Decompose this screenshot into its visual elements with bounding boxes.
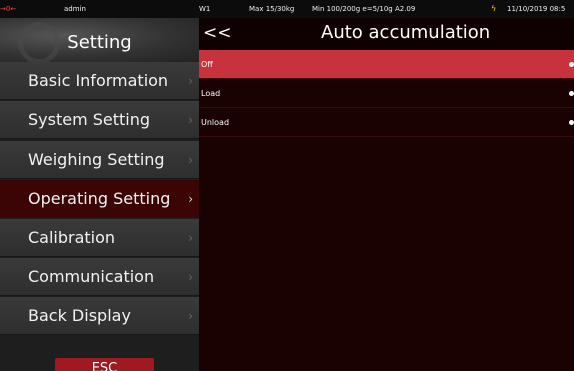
sidebar-item-label: Basic Information	[28, 71, 169, 90]
back-button[interactable]: <<	[203, 18, 243, 50]
sidebar-item-label: Operating Setting	[28, 189, 171, 208]
scale-id: W1	[199, 5, 211, 13]
status-bar: →0← admin W1 Max 15/30kg Min 100/200g e=…	[0, 0, 574, 18]
chevron-right-icon: ›	[188, 113, 193, 127]
sidebar-item-operating-setting[interactable]: Operating Setting ›	[0, 180, 199, 218]
main-header: << Auto accumulation	[199, 18, 574, 50]
sidebar-item-communication[interactable]: Communication ›	[0, 258, 199, 296]
main-panel: << Auto accumulation Off Load Unload	[199, 18, 574, 371]
radio-dot-icon	[569, 91, 574, 96]
sidebar-title: Setting	[67, 32, 132, 53]
sidebar-header: Setting	[0, 18, 199, 64]
max-capacity: Max 15/30kg	[249, 5, 295, 13]
sidebar-item-label: Back Display	[28, 306, 131, 325]
sidebar-item-label: Calibration	[28, 228, 116, 247]
option-load[interactable]: Load	[199, 79, 574, 108]
chevron-right-icon: ›	[188, 270, 193, 284]
min-capacity: Min 100/200g e=5/10g A2.09	[312, 5, 416, 13]
option-off[interactable]: Off	[199, 50, 574, 79]
zero-indicator-icon: →0←	[0, 5, 17, 13]
radio-dot-icon	[569, 120, 574, 125]
option-label: Off	[201, 60, 213, 69]
chevron-right-icon: ›	[188, 153, 193, 167]
power-icon: ϟ	[491, 4, 497, 13]
radio-dot-icon	[569, 62, 574, 67]
chevron-right-icon: ›	[188, 192, 193, 206]
sidebar-item-label: Communication	[28, 267, 155, 286]
sidebar-item-back-display[interactable]: Back Display ›	[0, 297, 199, 335]
page-title: Auto accumulation	[321, 22, 491, 43]
option-label: Unload	[201, 118, 230, 127]
sidebar-item-calibration[interactable]: Calibration ›	[0, 219, 199, 257]
date-time: 11/10/2019 08:5	[507, 5, 566, 13]
sidebar-item-basic-information[interactable]: Basic Information ›	[0, 62, 199, 100]
sidebar-item-weighing-setting[interactable]: Weighing Setting ›	[0, 141, 199, 179]
sidebar-item-system-setting[interactable]: System Setting ›	[0, 101, 199, 139]
chevron-right-icon: ›	[188, 231, 193, 245]
esc-button[interactable]: ESC	[55, 358, 154, 371]
settings-sidebar: Setting Basic Information › System Setti…	[0, 18, 199, 371]
option-unload[interactable]: Unload	[199, 108, 574, 137]
sidebar-item-label: System Setting	[28, 110, 151, 129]
option-label: Load	[201, 89, 221, 98]
chevron-right-icon: ›	[188, 309, 193, 323]
sidebar-item-label: Weighing Setting	[28, 150, 165, 169]
chevron-right-icon: ›	[188, 74, 193, 88]
current-user: admin	[64, 5, 86, 13]
